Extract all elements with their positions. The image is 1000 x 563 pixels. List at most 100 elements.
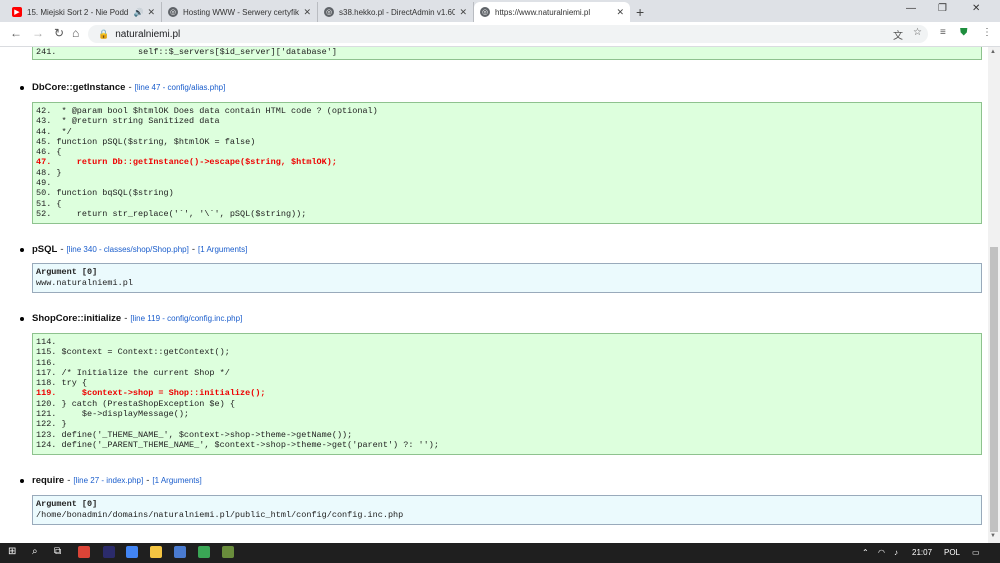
clock[interactable]: 21:07 xyxy=(912,548,932,557)
frame-header: ShopCore::initialize - [line 119 - confi… xyxy=(20,313,242,324)
network-icon[interactable]: ◠ xyxy=(878,548,885,557)
tab-title: s38.hekko.pl - DirectAdmin v1.60 xyxy=(339,7,456,17)
separator: - xyxy=(128,82,132,93)
browser-tab-1[interactable]: ▶ 15. Miejski Sort 2 - Nie Podd 🔊 ✕ xyxy=(6,2,162,22)
location-link[interactable]: [line 340 - classes/shop/Shop.php] xyxy=(67,245,189,254)
code-line: 42. * @param bool $htmlOK Does data cont… xyxy=(36,106,378,116)
function-name: ShopCore::initialize xyxy=(32,313,122,324)
close-tab-icon[interactable]: ✕ xyxy=(459,7,467,18)
code-line: 115. $context = Context::getContext(); xyxy=(36,347,230,358)
code-line: 117. /* Initialize the current Shop */ xyxy=(36,367,230,378)
function-name: require xyxy=(32,475,65,486)
function-name: DbCore::getInstance xyxy=(32,82,126,93)
code-block-top: 241. self::$_servers[$id_server]['databa… xyxy=(32,47,982,60)
arguments-link[interactable]: [1 Arguments] xyxy=(152,476,201,485)
separator: - xyxy=(191,244,195,255)
code-block: 114. 115. $context = Context::getContext(… xyxy=(32,333,982,455)
volume-icon[interactable]: ♪ xyxy=(894,548,898,557)
forward-icon[interactable]: → xyxy=(32,26,44,40)
save-app-icon[interactable] xyxy=(174,546,186,558)
globe-icon: ◎ xyxy=(168,7,178,17)
windows-start-icon[interactable]: ⊞ xyxy=(8,546,16,557)
close-tab-icon[interactable]: ✕ xyxy=(616,7,624,18)
code-line: 114. xyxy=(36,337,57,347)
location-link[interactable]: [line 47 - config/alias.php] xyxy=(135,83,226,92)
bullet xyxy=(20,247,24,252)
task-view-icon[interactable]: ⧉ xyxy=(54,546,61,557)
new-tab-button[interactable]: + xyxy=(636,4,644,20)
notepad-icon[interactable] xyxy=(198,546,210,558)
globe-icon: ◎ xyxy=(480,7,490,17)
reading-list-icon[interactable]: ≡ xyxy=(940,27,946,38)
code-line: 123. define('_THEME_NAME_', $context->sh… xyxy=(36,429,353,440)
code-line: 45. function pSQL($string, $htmlOK = fal… xyxy=(36,136,256,147)
url-text: naturalniemi.pl xyxy=(115,28,181,40)
lock-icon[interactable]: 🔒 xyxy=(98,29,109,40)
tray-arrow-icon[interactable]: ⌃ xyxy=(862,548,869,557)
location-link[interactable]: [line 27 - index.php] xyxy=(73,476,143,485)
argument-header: Argument [0] xyxy=(36,267,98,277)
close-tab-icon[interactable]: ✕ xyxy=(147,7,155,18)
browser-tab-4[interactable]: ◎ https://www.naturalniemi.pl ✕ xyxy=(474,2,630,22)
browser-tab-2[interactable]: ◎ Hosting WWW - Serwery certyfik ✕ xyxy=(162,2,318,22)
tab-title: https://www.naturalniemi.pl xyxy=(495,7,591,17)
code-line: 51. { xyxy=(36,198,62,209)
frame-header: require - [line 27 - index.php] - [1 Arg… xyxy=(20,475,202,486)
bullet xyxy=(20,478,24,483)
chrome-icon[interactable] xyxy=(78,546,90,558)
bookmark-star-icon[interactable]: ☆ xyxy=(913,27,922,38)
search-icon[interactable]: ⌕ xyxy=(32,546,38,557)
code-line: 121. $e->displayMessage(); xyxy=(36,409,190,420)
tab-strip: ▶ 15. Miejski Sort 2 - Nie Podd 🔊 ✕ ◎ Ho… xyxy=(0,0,1000,22)
taskbar: ⊞ ⌕ ⧉ ⌃ ◠ ♪ 21:07 POL ▭ xyxy=(0,543,1000,563)
app-icon[interactable] xyxy=(222,546,234,558)
code-line: 52. return str_replace('`', '\`', pSQL($… xyxy=(36,208,307,219)
arguments-block: Argument [0] /home/bonadmin/domains/natu… xyxy=(32,495,982,525)
bullet xyxy=(20,316,24,321)
back-icon[interactable]: ← xyxy=(10,26,22,40)
browser-toolbar: ← → ↻ ⌂ 🔒 naturalniemi.pl 文 ☆ ≡ ⛊ ⋮ xyxy=(0,22,1000,47)
tab-title: 15. Miejski Sort 2 - Nie Podd xyxy=(27,7,129,17)
arguments-link[interactable]: [1 Arguments] xyxy=(198,245,247,254)
vertical-scrollbar[interactable]: ▲ ▼ xyxy=(988,47,1000,543)
separator: - xyxy=(60,244,64,255)
menu-icon[interactable]: ⋮ xyxy=(982,27,992,38)
argument-value: /home/bonadmin/domains/naturalniemi.pl/p… xyxy=(36,509,404,520)
code-line: 48. } xyxy=(36,167,62,178)
home-icon[interactable]: ⌂ xyxy=(72,26,79,40)
argument-header: Argument [0] xyxy=(36,499,98,509)
language-indicator[interactable]: POL xyxy=(944,548,960,557)
code-line: 122. } xyxy=(36,419,67,430)
code-line: 44. */ xyxy=(36,126,72,137)
separator: - xyxy=(124,313,128,324)
scroll-down-icon[interactable]: ▼ xyxy=(990,533,996,539)
scrollbar-thumb[interactable] xyxy=(990,247,998,532)
bullet xyxy=(20,85,24,90)
translate-icon[interactable]: 文 xyxy=(893,27,903,42)
close-window-icon[interactable]: ✕ xyxy=(972,3,980,14)
close-tab-icon[interactable]: ✕ xyxy=(303,7,311,18)
premiere-icon[interactable] xyxy=(103,546,115,558)
code-line: 50. function bqSQL($string) xyxy=(36,188,174,199)
scroll-up-icon[interactable]: ▲ xyxy=(990,49,996,55)
chrome-profile-icon[interactable] xyxy=(126,546,138,558)
youtube-icon: ▶ xyxy=(12,7,22,17)
address-bar[interactable]: 🔒 naturalniemi.pl xyxy=(88,25,928,43)
code-line: 116. xyxy=(36,357,57,368)
minimize-icon[interactable]: — xyxy=(906,3,916,14)
reload-icon[interactable]: ↻ xyxy=(54,26,64,40)
file-explorer-icon[interactable] xyxy=(150,546,162,558)
code-line: 124. define('_PARENT_THEME_NAME_', $cont… xyxy=(36,439,439,450)
code-line: 120. } catch (PrestaShopException $e) { xyxy=(36,398,235,409)
separator: - xyxy=(146,475,150,486)
function-name: pSQL xyxy=(32,244,58,255)
tab-title: Hosting WWW - Serwery certyfik xyxy=(183,7,300,17)
notifications-icon[interactable]: ▭ xyxy=(972,548,980,557)
maximize-icon[interactable]: ❐ xyxy=(938,3,947,14)
location-link[interactable]: [line 119 - config/config.inc.php] xyxy=(130,314,242,323)
arguments-block: Argument [0] www.naturalniemi.pl xyxy=(32,263,982,293)
extension-shield-icon[interactable]: ⛊ xyxy=(960,27,968,38)
code-line-highlighted: 47. return Db::getInstance()->escape($st… xyxy=(36,157,337,168)
globe-icon: ◎ xyxy=(324,7,334,17)
browser-tab-3[interactable]: ◎ s38.hekko.pl - DirectAdmin v1.60 ✕ xyxy=(318,2,474,22)
